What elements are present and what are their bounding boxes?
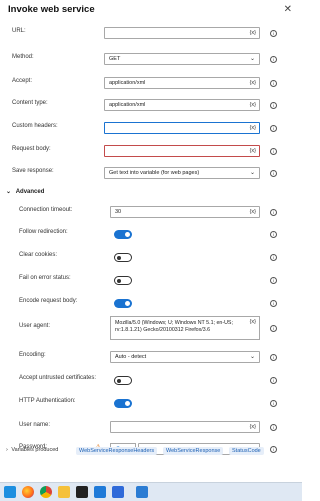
- http-auth-label: HTTP Authentication:: [19, 398, 76, 404]
- info-icon[interactable]: i: [270, 277, 277, 284]
- variables-produced-label: Variables produced: [11, 447, 59, 453]
- request-body-label: Request body:: [12, 146, 51, 152]
- http-auth-toggle[interactable]: [114, 399, 132, 408]
- info-icon[interactable]: i: [270, 56, 277, 63]
- info-icon[interactable]: i: [270, 231, 277, 238]
- accept-untrusted-row: Accept untrusted certificates: i: [0, 371, 302, 391]
- fail-on-error-toggle[interactable]: [114, 276, 132, 285]
- url-row: URL: {x} i: [0, 24, 302, 44]
- advanced-header: Advanced: [15, 189, 45, 195]
- user-name-input[interactable]: {x}: [110, 421, 260, 433]
- accept-label: Accept:: [12, 78, 33, 84]
- taskbar: [0, 482, 302, 501]
- request-body-row: Request body: {x} i: [0, 142, 302, 162]
- info-icon[interactable]: i: [270, 400, 277, 407]
- info-icon[interactable]: i: [270, 354, 277, 361]
- content-type-input[interactable]: application/xml {x}: [104, 99, 260, 111]
- user-name-row: User name: {x} i: [0, 418, 302, 438]
- dialog-title: Invoke web service: [8, 4, 95, 15]
- chevron-down-icon: ⌄: [249, 170, 255, 176]
- url-input[interactable]: {x}: [104, 27, 260, 39]
- save-response-select[interactable]: Get text into variable (for web pages) ⌄: [104, 167, 260, 179]
- connection-timeout-label: Connection timeout:: [19, 207, 73, 213]
- chevron-down-icon: ⌄: [6, 189, 12, 195]
- request-body-input[interactable]: {x}: [104, 145, 260, 157]
- terminal-icon[interactable]: [76, 486, 88, 498]
- chrome-icon[interactable]: [40, 486, 52, 498]
- info-icon[interactable]: i: [270, 148, 277, 155]
- variable-icon[interactable]: {x}: [250, 209, 256, 215]
- method-label: Method:: [12, 54, 34, 60]
- accept-untrusted-toggle[interactable]: [114, 376, 132, 385]
- content-type-row: Content type: application/xml {x} i: [0, 96, 302, 116]
- http-auth-row: HTTP Authentication: i: [0, 394, 302, 414]
- info-icon[interactable]: i: [270, 170, 277, 177]
- user-agent-textarea[interactable]: Mozilla/5.0 (Windows; U; Windows NT 5.1;…: [110, 316, 260, 340]
- variable-icon[interactable]: {x}: [250, 102, 256, 108]
- follow-redirection-toggle[interactable]: [114, 230, 132, 239]
- advanced-section-toggle[interactable]: ⌄ Advanced: [6, 188, 44, 195]
- user-name-label: User name:: [19, 422, 51, 428]
- info-icon[interactable]: i: [270, 209, 277, 216]
- variable-icon[interactable]: {x}: [250, 424, 256, 430]
- url-label: URL:: [12, 28, 26, 34]
- save-response-label: Save response:: [12, 168, 54, 174]
- info-icon[interactable]: i: [270, 446, 277, 453]
- encoding-label: Encoding:: [19, 352, 46, 358]
- follow-redirection-label: Follow redirection:: [19, 229, 68, 235]
- save-response-row: Save response: Get text into variable (f…: [0, 164, 302, 184]
- info-icon[interactable]: i: [270, 80, 277, 87]
- method-select[interactable]: GET ⌄: [104, 53, 260, 65]
- info-icon[interactable]: i: [270, 30, 277, 37]
- info-icon[interactable]: i: [270, 102, 277, 109]
- encoding-select[interactable]: Auto - detect ⌄: [110, 351, 260, 363]
- follow-redirection-row: Follow redirection: i: [0, 225, 302, 245]
- user-agent-label: User agent:: [19, 323, 51, 329]
- accept-row: Accept: application/xml {x} i: [0, 74, 302, 94]
- vscode-icon[interactable]: [94, 486, 106, 498]
- variables-produced-toggle[interactable]: › Variables produced: [6, 447, 58, 453]
- info-icon[interactable]: i: [270, 424, 277, 431]
- info-icon[interactable]: i: [270, 300, 277, 307]
- variable-chip[interactable]: WebServiceResponse: [163, 447, 224, 455]
- content-type-label: Content type:: [12, 100, 48, 106]
- chevron-right-icon: ›: [6, 447, 8, 453]
- method-row: Method: GET ⌄ i: [0, 50, 302, 70]
- encoding-row: Encoding: Auto - detect ⌄ i: [0, 348, 302, 368]
- clear-cookies-row: Clear cookies: i: [0, 248, 302, 268]
- info-icon[interactable]: i: [270, 325, 277, 332]
- close-icon[interactable]: ✕: [284, 4, 292, 15]
- chevron-down-icon: ⌄: [249, 56, 255, 62]
- variable-chip[interactable]: StatusCode: [229, 447, 264, 455]
- info-icon[interactable]: i: [270, 254, 277, 261]
- store-icon[interactable]: [112, 486, 124, 498]
- chevron-down-icon: ⌄: [249, 354, 255, 360]
- connection-timeout-row: Connection timeout: 30 {x} i: [0, 203, 302, 223]
- power-automate-icon[interactable]: [136, 486, 148, 498]
- custom-headers-input[interactable]: {x}: [104, 122, 260, 134]
- clear-cookies-toggle[interactable]: [114, 253, 132, 262]
- accept-input[interactable]: application/xml {x}: [104, 77, 260, 89]
- custom-headers-label: Custom headers:: [12, 123, 58, 129]
- info-icon[interactable]: i: [270, 377, 277, 384]
- info-icon[interactable]: i: [270, 125, 277, 132]
- variable-icon[interactable]: {x}: [250, 148, 256, 154]
- variable-chip[interactable]: WebServiceResponseHeaders: [76, 447, 158, 455]
- fail-on-error-row: Fail on error status: i: [0, 271, 302, 291]
- encode-request-body-toggle[interactable]: [114, 299, 132, 308]
- variable-icon[interactable]: {x}: [250, 80, 256, 86]
- encode-request-body-label: Encode request body:: [19, 298, 78, 304]
- fail-on-error-label: Fail on error status:: [19, 275, 71, 281]
- accept-untrusted-label: Accept untrusted certificates:: [19, 375, 97, 381]
- variable-icon[interactable]: {x}: [250, 30, 256, 36]
- file-explorer-icon[interactable]: [58, 486, 70, 498]
- connection-timeout-input[interactable]: 30 {x}: [110, 206, 260, 218]
- clear-cookies-label: Clear cookies:: [19, 252, 58, 258]
- firefox-icon[interactable]: [22, 486, 34, 498]
- windows-logo-icon[interactable]: [4, 486, 16, 498]
- variable-icon[interactable]: {x}: [250, 319, 256, 325]
- encode-request-body-row: Encode request body: i: [0, 294, 302, 314]
- custom-headers-row: Custom headers: {x} i: [0, 119, 302, 139]
- variable-icon[interactable]: {x}: [250, 125, 256, 131]
